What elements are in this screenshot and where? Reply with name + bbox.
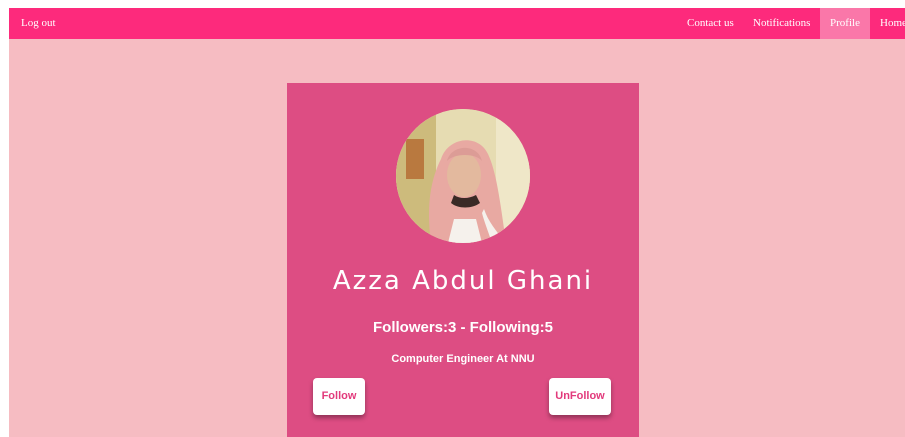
follow-stats: Followers:3 - Following:5 [373, 319, 553, 336]
nav-notifications[interactable]: Notifications [753, 8, 810, 39]
profile-card: Azza Abdul Ghani Followers:3 - Following… [287, 83, 639, 437]
logout-link[interactable]: Log out [21, 8, 56, 39]
nav-home[interactable]: Home [880, 8, 905, 39]
profile-bio: Computer Engineer At NNU [391, 353, 535, 365]
nav-profile-active[interactable]: Profile [820, 8, 870, 39]
nav-contact-us[interactable]: Contact us [687, 8, 734, 39]
avatar [396, 109, 530, 243]
profile-name: Azza Abdul Ghani [332, 266, 594, 296]
page: Log out Contact us Notifications Profile… [9, 8, 905, 437]
unfollow-button[interactable]: UnFollow [549, 378, 611, 415]
avatar-photo [396, 109, 530, 243]
top-navbar: Log out Contact us Notifications Profile… [9, 8, 905, 39]
follow-button[interactable]: Follow [313, 378, 365, 415]
